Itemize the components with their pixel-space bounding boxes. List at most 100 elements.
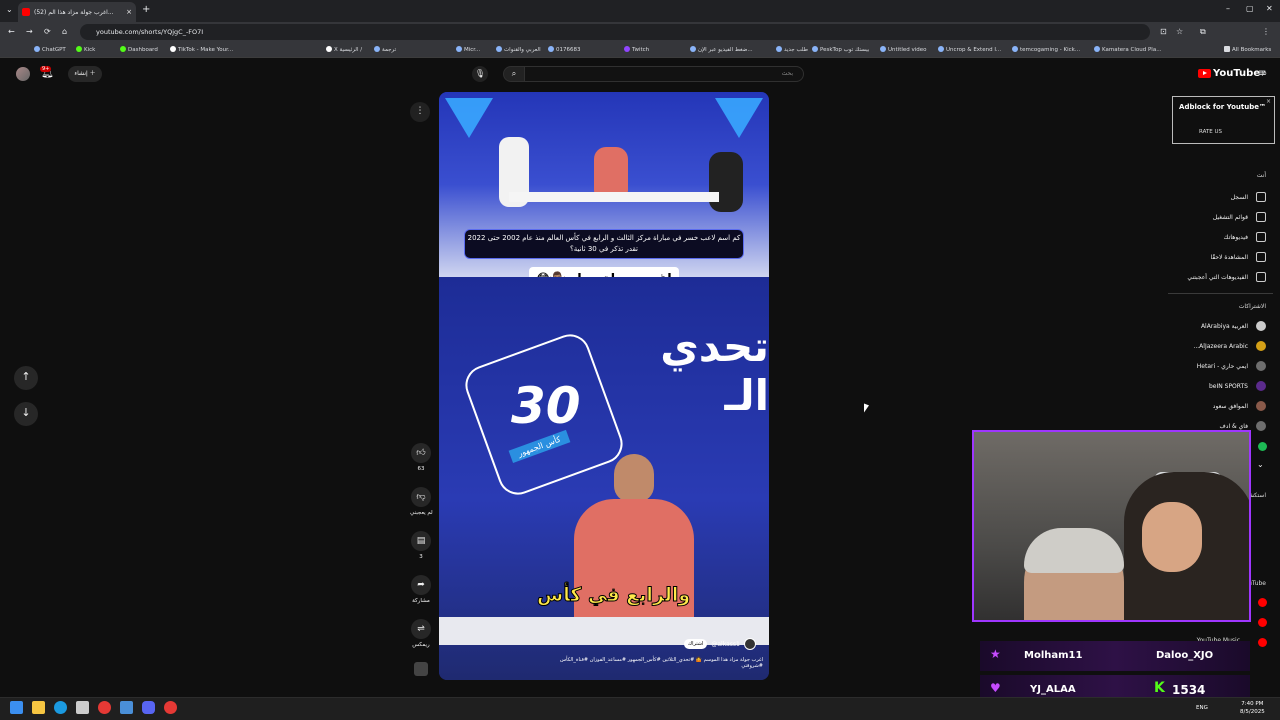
url-field[interactable]: youtube.com/shorts/YQjgC_-FO7I [80, 24, 1150, 40]
tab-active[interactable]: (52) اغرب جولة مزاد هذا الم... × [18, 2, 136, 22]
create-button[interactable]: إنشاء ＋ [68, 66, 102, 82]
arrow-up-icon: ↑ [21, 370, 31, 383]
shorts-video-player[interactable]: كم اسم لاعب خسر في مباراة مركز الثالث و … [439, 92, 769, 680]
channel-avatar [1256, 341, 1266, 351]
bookmark-item[interactable]: العربي والقنوات [496, 46, 541, 53]
bookmark-item[interactable]: Untitled video [880, 46, 927, 53]
subscribe-button[interactable]: اشتراك [684, 639, 708, 649]
channel-handle[interactable]: @alkass1 [711, 641, 739, 648]
clock-icon [1256, 252, 1266, 262]
bookmark-item[interactable]: ضغط الفيديو عبر الإن... [690, 46, 753, 53]
channel-avatar [1256, 401, 1266, 411]
bookmark-item[interactable]: ChatGPT [34, 46, 66, 53]
youtube-play-logo-icon [1198, 69, 1211, 78]
voice-search-button[interactable]: 🎙︎ [472, 66, 488, 82]
bookmark-item[interactable]: 0176683 [548, 46, 581, 53]
sidebar-item-watch-later[interactable]: المشاهدة لاحقًا [1210, 252, 1266, 262]
youtube-kids-icon[interactable] [1258, 638, 1267, 647]
bookmark-item[interactable]: temcogaming - Kick... [1012, 46, 1080, 53]
next-short-button[interactable]: ↓ [14, 402, 38, 426]
create-label: إنشاء [74, 70, 88, 77]
app-icon[interactable] [120, 701, 133, 714]
youtube-music-icon[interactable] [1258, 618, 1267, 627]
sidebar-item-subscription[interactable]: AlJazeera Arabic... [1193, 341, 1266, 351]
clock-date: 8/5/2025 [1240, 709, 1265, 715]
bookmark-item[interactable]: طلب جديد [776, 46, 808, 53]
video-frame-top: كم اسم لاعب خسر في مباراة مركز الثالث و … [439, 92, 769, 277]
bookmark-item[interactable]: ترجمة [374, 46, 396, 53]
previous-short-button[interactable]: ↑ [14, 366, 38, 390]
comments-button[interactable]: ▤ 3 [410, 531, 432, 560]
sound-thumbnail[interactable] [414, 662, 428, 676]
obs-icon[interactable] [164, 701, 177, 714]
chevron-down-icon[interactable]: ⌄ [1257, 460, 1264, 469]
sidebar-item-subscription[interactable]: العربية AlArabiya [1201, 321, 1266, 331]
windows-start-icon[interactable] [10, 701, 23, 714]
chrome-icon[interactable] [98, 701, 111, 714]
install-icon[interactable]: ⊡ [1160, 27, 1167, 36]
maximize-icon[interactable]: ▢ [1246, 4, 1254, 13]
avatar[interactable] [16, 67, 30, 81]
home-icon[interactable]: ⌂ [62, 27, 67, 36]
sidebar-item-your-videos[interactable]: فيديوهاتك [1224, 232, 1266, 242]
channel-avatar [1256, 381, 1266, 391]
thumbs-up-icon: 👍︎ [416, 448, 426, 458]
language-indicator[interactable]: ENG [1196, 705, 1208, 711]
sidebar-item-playlists[interactable]: قوائم التشغيل [1213, 212, 1266, 222]
share-button[interactable]: ➦ مشاركة [410, 575, 432, 604]
more-options-button[interactable]: ⋮ [410, 102, 430, 122]
menu-kebab-icon[interactable]: ⋮ [1262, 27, 1270, 36]
system-clock[interactable]: 7:40 PM 8/5/2025 [1240, 700, 1265, 716]
more-vert-icon: ⋮ [415, 106, 425, 116]
bookmark-item[interactable]: Twitch [624, 46, 649, 53]
notification-count-badge: 9+ [40, 66, 52, 72]
sidebar-item-subscription[interactable]: beIN SPORTS [1209, 381, 1266, 391]
reload-icon[interactable]: ⟳ [44, 27, 51, 36]
bookmark-item[interactable]: PeskTop بيستك توب [812, 46, 869, 53]
store-icon[interactable] [76, 701, 89, 714]
edge-icon[interactable] [54, 701, 67, 714]
bookmark-item[interactable]: Uncrop & Extend I... [938, 46, 1001, 53]
minimize-icon[interactable]: – [1226, 4, 1230, 13]
comment-icon: ▤ [416, 536, 426, 546]
youtube-studio-icon[interactable] [1258, 598, 1267, 607]
bookmark-star-icon[interactable]: ☆ [1176, 27, 1183, 36]
discord-icon[interactable] [142, 701, 155, 714]
bookmark-item[interactable]: Dashboard [120, 46, 158, 53]
bookmark-item[interactable]: TikTok - Make Your... [170, 46, 233, 53]
bookmark-item[interactable]: Kick [76, 46, 95, 53]
forward-icon[interactable]: → [26, 27, 33, 36]
channel-avatar[interactable] [1258, 442, 1267, 451]
close-icon[interactable]: × [1266, 98, 1271, 105]
dislike-button[interactable]: 👎︎ لم يعجبني [410, 487, 433, 516]
new-tab-button[interactable]: + [142, 4, 150, 15]
all-bookmarks[interactable]: All Bookmarks [1224, 46, 1271, 53]
sidebar-item-liked[interactable]: الفيديوهات التي أعجبتني [1187, 272, 1266, 282]
channel-avatar[interactable] [743, 638, 756, 650]
browser-tab-bar: ⌄ (52) اغرب جولة مزاد هذا الم... × + – ▢… [0, 0, 1280, 22]
file-explorer-icon[interactable] [32, 701, 45, 714]
video-description[interactable]: اغرب جولة مزاد هذا الموسم 🤷 #تحدي_الثلاث… [547, 657, 763, 669]
sidebar-item-subscription[interactable]: الموافق سعود [1213, 401, 1266, 411]
back-icon[interactable]: ← [8, 27, 15, 36]
youtube-logo[interactable]: YouTube JO [1198, 68, 1266, 79]
rate-us-button[interactable]: RATE US [1199, 129, 1222, 135]
sidebar-header-you[interactable]: أنت [1257, 172, 1266, 179]
remix-button[interactable]: ⇌ ريمكس [410, 619, 432, 648]
like-button[interactable]: 👍︎ 63 [410, 443, 432, 472]
bookmarks-bar: ChatGPT Kick Dashboard TikTok - Make You… [0, 42, 1280, 58]
tab-close-icon[interactable]: × [126, 8, 132, 16]
tab-search-icon[interactable]: ⌄ [6, 5, 13, 14]
close-window-icon[interactable]: ✕ [1266, 4, 1273, 13]
sidebar-item-subscription[interactable]: ايمي حاري - Hetari [1197, 361, 1266, 371]
youtube-favicon-icon [22, 8, 30, 16]
divider [1168, 293, 1273, 294]
guide-menu-icon[interactable]: ≡ [1258, 68, 1266, 79]
search-input[interactable]: بحث [524, 66, 804, 82]
search-button[interactable]: ⌕ [503, 66, 525, 82]
extensions-icon[interactable]: ⧉ [1200, 27, 1206, 37]
bookmark-item[interactable]: Micr... [456, 46, 480, 53]
sidebar-item-history[interactable]: السجل [1231, 192, 1266, 202]
bookmark-item[interactable]: X الرئيسية / [326, 46, 362, 53]
bookmark-item[interactable]: Kamatera Cloud Pla... [1094, 46, 1161, 53]
